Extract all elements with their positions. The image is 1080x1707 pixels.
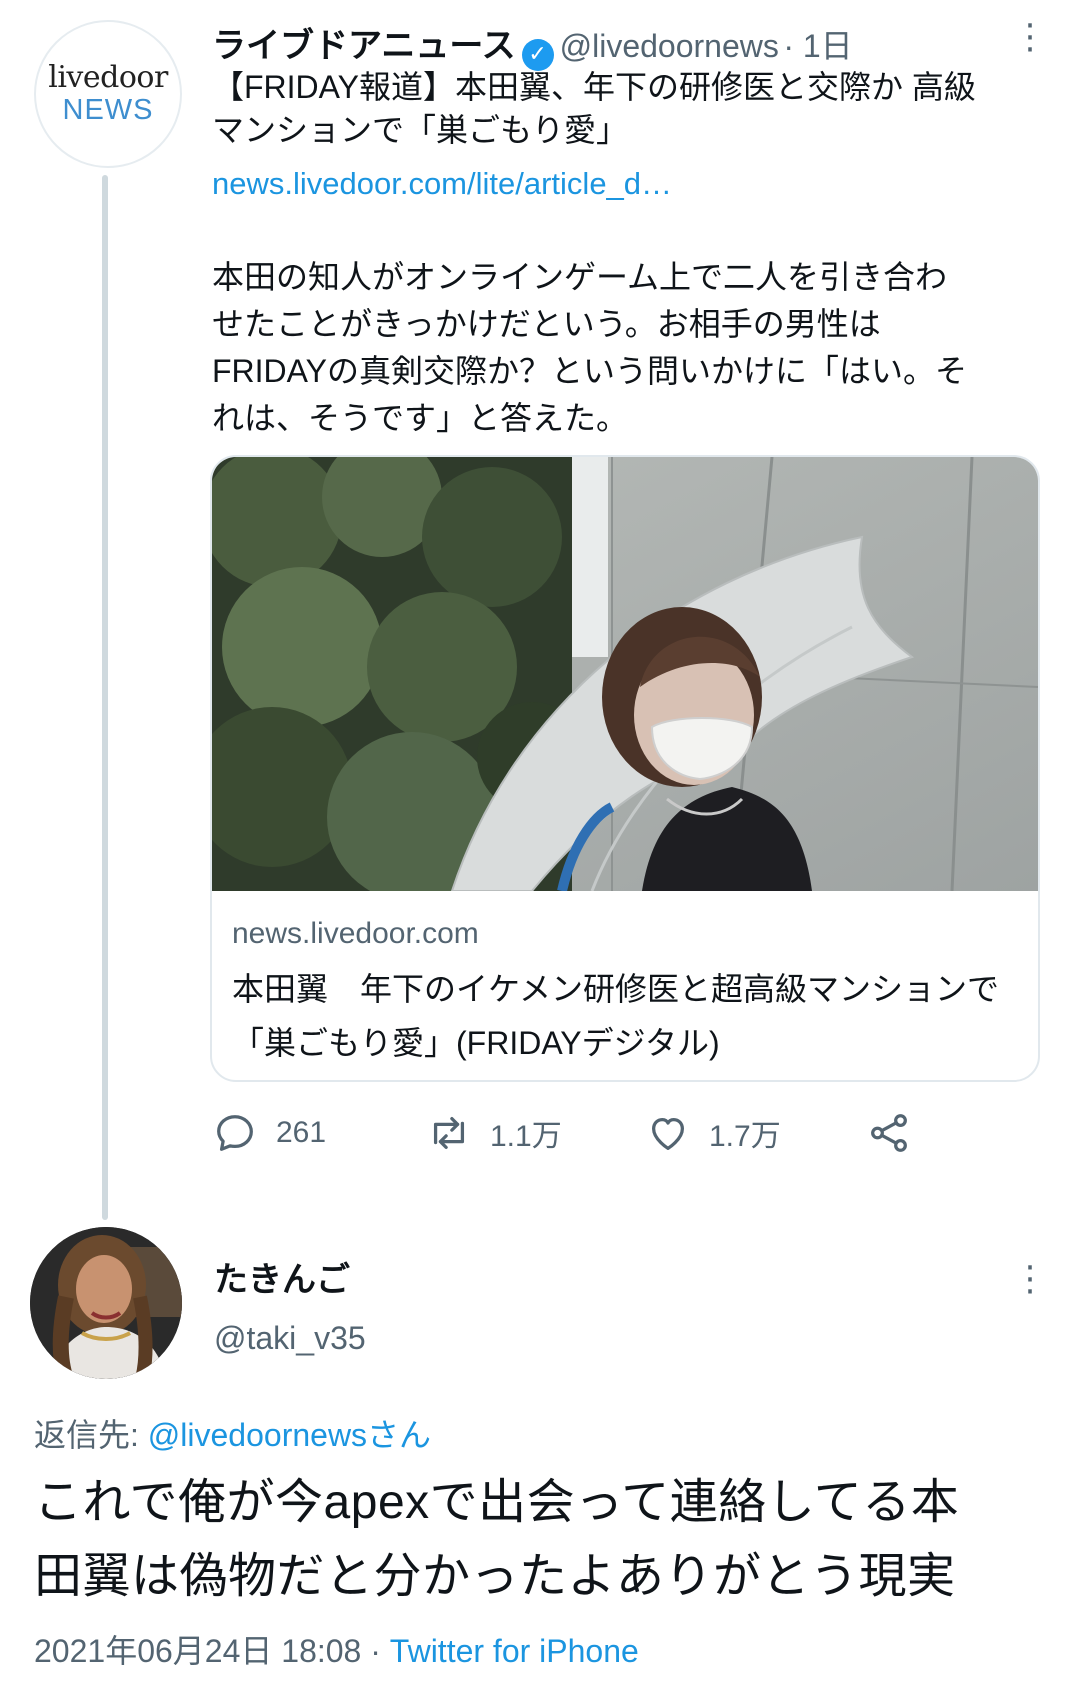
reply-to-handle-link[interactable]: @livedoornewsさん [148,1417,431,1453]
replier-avatar[interactable] [30,1227,182,1379]
card-photo-illustration [212,457,1038,891]
tweet-body-line: れは、そうです」と答えた。 [212,400,629,436]
author-display-name[interactable]: ライブドアニュース [212,27,516,65]
reply-timestamp[interactable]: 2021年06月24日 18:08 [34,1633,361,1669]
tweet-body-line: 本田の知人がオンラインゲーム上で二人を引き合わ [212,259,948,295]
article-link[interactable]: news.livedoor.com/lite/article_d… [212,162,672,205]
reply-action[interactable]: 261 [212,1110,326,1156]
reply-text: これで俺が今apexで出会って連絡してる本 田翼は偽物だと分かったよありがとう現… [34,1466,1054,1614]
author-handle[interactable]: @livedoornews [560,28,779,64]
more-vertical-icon[interactable]: · · · [1020,1251,1040,1309]
tweet-headline-line: 【FRIDAY報道】本田翼、年下の研修医と交際か 高級 [212,69,976,105]
reply-to-label: 返信先: [34,1417,148,1453]
more-vertical-icon[interactable]: · · · [1020,9,1040,67]
speech-bubble-icon [217,1115,253,1151]
avatar-logo-text-bottom: NEWS [62,94,154,126]
tweet-headline: 【FRIDAY報道】本田翼、年下の研修医と交際か 高級 マンションで「巣ごもり愛… [212,66,1042,152]
thread-connector-line [102,175,108,1220]
heart-icon [651,1117,685,1150]
like-action[interactable]: 1.7万 [645,1110,781,1156]
reply-text-line: これで俺が今apexで出会って連絡してる本 [34,1476,960,1529]
reply-meta: 2021年06月24日 18:08 · Twitter for iPhone [34,1626,639,1672]
replier-handle[interactable]: @taki_v35 [214,1320,366,1357]
share-icon [871,1114,907,1152]
reply-to-line: 返信先: @livedoornewsさん [34,1410,431,1456]
tweet-header: ライブドアニュース ✓ @livedoornews · 1日 [212,18,853,71]
share-action[interactable] [866,1110,912,1156]
reply-count: 261 [276,1116,327,1149]
meta-separator: · [361,1633,390,1669]
avatar-logo-text-top: livedoor [48,60,168,95]
tweet-body: 本田の知人がオンラインゲーム上で二人を引き合わ せたことがきっかけだという。お相… [212,254,1042,442]
like-count: 1.7万 [709,1120,781,1153]
tweet-body-line: せたことがきっかけだという。お相手の男性は [212,306,881,342]
retweet-count: 1.1万 [490,1120,562,1153]
card-photo [212,457,1038,891]
tweet-body-line: FRIDAYの真剣交際か？という問いかけに「はい。そ [212,353,967,389]
livedoor-avatar[interactable]: livedoor NEWS [34,20,182,168]
retweet-action[interactable]: 1.1万 [426,1110,562,1156]
link-preview-card[interactable]: news.livedoor.com 本田翼 年下のイケメン研修医と超高級マンショ… [210,455,1040,1082]
card-domain: news.livedoor.com [232,917,479,950]
replier-display-name[interactable]: たきんご [214,1252,350,1301]
card-title: 本田翼 年下のイケメン研修医と超高級マンションで「巣ごもり愛」(FRIDAYデジ… [232,971,1000,1061]
tweet-time: · 1日 [783,28,853,64]
reply-text-line: 田翼は偽物だと分かったよありがとう現実 [34,1550,956,1603]
retweet-icon [433,1116,465,1150]
client-link[interactable]: Twitter for iPhone [390,1633,639,1669]
replier-avatar-photo [30,1227,182,1379]
tweet-headline-line: マンションで「巣ごもり愛」 [212,112,629,148]
